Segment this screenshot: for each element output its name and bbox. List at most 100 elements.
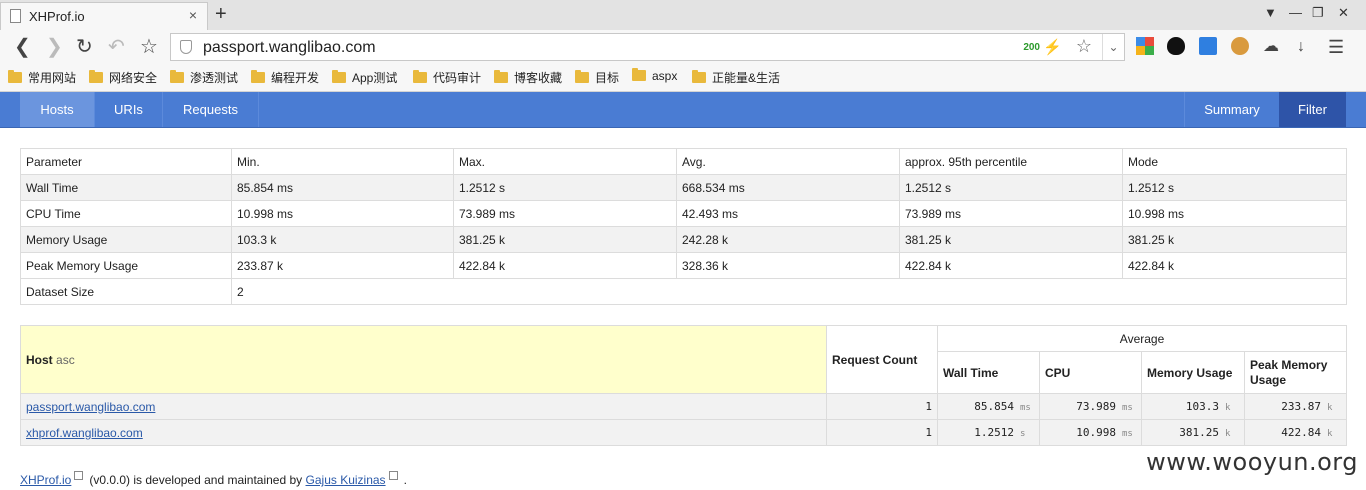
nav-summary[interactable]: Summary (1184, 92, 1279, 127)
peak-memory-cell: 422.84 k (1243, 419, 1348, 446)
bookmark-folder[interactable]: 目标 (575, 69, 619, 87)
shield-icon (180, 40, 192, 54)
footer-text: (v0.0.0) is developed and maintained by (89, 473, 303, 487)
bookmark-folder[interactable]: App测试 (332, 69, 397, 87)
stats-cell: 381.25 k (453, 226, 677, 253)
memory-cell: 103.3 k (1141, 393, 1245, 420)
restore-icon[interactable]: ❐ (1312, 5, 1324, 21)
wall-time-cell: 1.2512 s (937, 419, 1040, 446)
bookmark-star-icon[interactable]: ☆ (1076, 36, 1092, 57)
tab-title: XHProf.io (29, 9, 85, 24)
browser-tab[interactable]: XHProf.io × (0, 2, 208, 30)
footer-end: . (403, 473, 407, 487)
stats-cell: 103.3 k (231, 226, 454, 253)
url-text[interactable]: passport.wanglibao.com (203, 39, 376, 57)
chevron-down-icon[interactable]: ⌄ (1102, 34, 1124, 60)
stats-cell: Memory Usage (20, 226, 232, 253)
reload-icon[interactable]: ↻ (76, 35, 93, 59)
peak-memory-cell: 233.87 k (1243, 393, 1348, 420)
stats-row: Memory Usage 103.3 k 381.25 k 242.28 k 3… (20, 226, 1347, 253)
bookmark-folder[interactable]: 渗透测试 (170, 69, 238, 87)
bookmark-folder[interactable]: 常用网站 (8, 69, 76, 87)
stats-row: Peak Memory Usage 233.87 k 422.84 k 328.… (20, 252, 1347, 279)
external-link-icon (74, 471, 84, 480)
page-icon (10, 9, 21, 23)
back-icon[interactable]: ❮ (14, 35, 31, 59)
stats-row: CPU Time 10.998 ms 73.989 ms 42.493 ms 7… (20, 200, 1347, 227)
host-link[interactable]: passport.wanglibao.com (26, 400, 155, 414)
bookmark-folder[interactable]: 正能量&生活 (692, 69, 780, 87)
table-row: xhprof.wanglibao.com 1 1.2512 s 10.998 ms … (20, 419, 1348, 446)
stats-cell: 233.87 k (231, 252, 454, 279)
stats-header: approx. 95th percentile (899, 148, 1123, 175)
author-link[interactable]: Gajus Kuizinas (306, 473, 386, 487)
undo-icon[interactable]: ↶ (108, 35, 125, 59)
bookmark-folder[interactable]: aspx (632, 68, 677, 87)
host-column-header[interactable]: Host asc (20, 325, 827, 394)
peak-memory-header[interactable]: Peak Memory Usage (1243, 351, 1348, 394)
stats-cell: 242.28 k (676, 226, 900, 253)
bookmark-folder[interactable]: 博客收藏 (494, 69, 562, 87)
stats-header: Parameter (20, 148, 232, 175)
folder-icon (494, 70, 508, 83)
bookmark-folder[interactable]: 网络安全 (89, 69, 157, 87)
request-count-header[interactable]: Request Count (826, 325, 938, 394)
folder-icon (692, 70, 706, 83)
apps-icon[interactable] (1136, 37, 1154, 55)
menu-icon[interactable]: ☰ (1328, 35, 1344, 59)
shirt-icon[interactable]: ▼ (1264, 5, 1277, 20)
nav-hosts[interactable]: Hosts (20, 92, 95, 127)
stats-header: Min. (231, 148, 454, 175)
host-header-label: Host (26, 352, 53, 367)
wall-time-header[interactable]: Wall Time (937, 351, 1040, 394)
memory-usage-header[interactable]: Memory Usage (1141, 351, 1245, 394)
footer: XHProf.io (v0.0.0) is developed and maint… (20, 471, 407, 487)
request-count-cell: 1 (826, 393, 938, 420)
host-cell: xhprof.wanglibao.com (20, 419, 827, 446)
bolt-icon[interactable]: ⚡ (1043, 38, 1062, 56)
stats-cell: Wall Time (20, 174, 232, 201)
stats-cell: 381.25 k (899, 226, 1123, 253)
xhprof-link[interactable]: XHProf.io (20, 473, 71, 487)
cookie-icon[interactable] (1231, 37, 1249, 55)
stats-cell: 10.998 ms (1122, 200, 1347, 227)
host-link[interactable]: xhprof.wanglibao.com (26, 426, 143, 440)
minimize-icon[interactable]: — (1289, 5, 1302, 20)
folder-icon (575, 70, 589, 83)
stats-cell: 85.854 ms (231, 174, 454, 201)
dataset-size-value: 2 (231, 278, 1347, 305)
folder-icon (332, 70, 346, 83)
nav-filter[interactable]: Filter (1279, 92, 1346, 127)
address-bar[interactable]: passport.wanglibao.com 200 ⚡ ☆ ⌄ (170, 33, 1125, 61)
bookmark-ext-icon[interactable] (1199, 37, 1217, 55)
stats-header-row: Parameter Min. Max. Avg. approx. 95th pe… (20, 148, 1347, 175)
bookmark-folder[interactable]: 代码审计 (413, 69, 481, 87)
external-link-icon (388, 471, 398, 480)
stats-cell: 73.989 ms (453, 200, 677, 227)
favorite-star-icon[interactable]: ☆ (140, 35, 158, 59)
stats-cell: 73.989 ms (899, 200, 1123, 227)
folder-icon (8, 70, 22, 83)
wall-time-cell: 85.854 ms (937, 393, 1040, 420)
stats-cell: 42.493 ms (676, 200, 900, 227)
qq-icon[interactable] (1167, 37, 1185, 55)
stats-header: Mode (1122, 148, 1347, 175)
nav-requests[interactable]: Requests (163, 92, 259, 127)
folder-icon (413, 70, 427, 83)
tab-close-icon[interactable]: × (189, 7, 197, 23)
nav-uris[interactable]: URIs (95, 92, 163, 127)
stats-header: Max. (453, 148, 677, 175)
browser-toolbar: ❮ ❯ ↻ ↶ ☆ passport.wanglibao.com 200 ⚡ ☆… (0, 30, 1366, 64)
stats-cell: Peak Memory Usage (20, 252, 232, 279)
new-tab-button[interactable]: + (215, 2, 227, 26)
stats-row: Wall Time 85.854 ms 1.2512 s 668.534 ms … (20, 174, 1347, 201)
sort-indicator[interactable]: asc (56, 353, 75, 367)
bookmark-folder[interactable]: 编程开发 (251, 69, 319, 87)
bookmarks-bar: 常用网站 网络安全 渗透测试 编程开发 App测试 代码审计 博客收藏 目标 a… (0, 64, 1366, 92)
cpu-header[interactable]: CPU (1039, 351, 1142, 394)
download-icon[interactable]: ↓ (1297, 35, 1305, 59)
browser-titlebar: XHProf.io × + ▼ — ❐ ✕ (0, 0, 1366, 30)
forward-icon[interactable]: ❯ (46, 35, 63, 59)
close-window-icon[interactable]: ✕ (1338, 5, 1349, 21)
cloud-icon[interactable]: ☁ (1263, 35, 1279, 59)
